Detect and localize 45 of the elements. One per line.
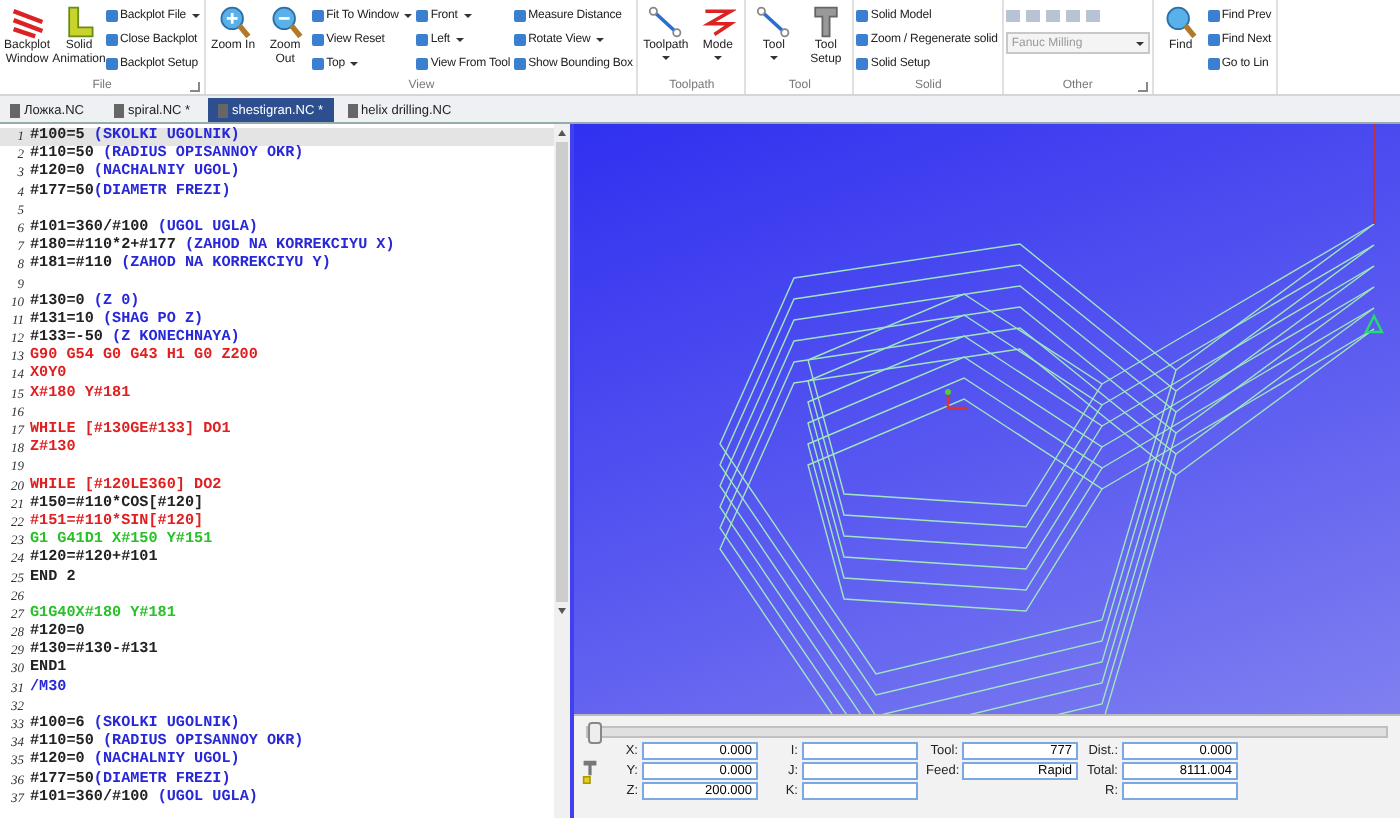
square-icon	[416, 33, 429, 45]
square-icon	[1207, 33, 1220, 45]
caret-icon	[596, 37, 605, 41]
caret-icon	[661, 56, 670, 60]
empty-readout-field	[1122, 782, 1238, 800]
backplot-viewport[interactable]	[574, 124, 1400, 714]
square-icon	[1207, 9, 1220, 21]
axis-icon	[945, 389, 968, 410]
square-icon	[514, 33, 527, 45]
playback-slider[interactable]	[586, 726, 1388, 738]
square-icon	[856, 33, 869, 45]
caret-icon	[455, 37, 464, 41]
code-editor[interactable]	[0, 124, 574, 818]
square-icon	[514, 57, 527, 69]
caret-icon	[350, 61, 359, 65]
empty-readout-field	[802, 742, 918, 760]
search-icon	[1162, 4, 1199, 40]
square-icon	[856, 57, 869, 69]
caret-icon	[1135, 41, 1144, 45]
empty-readout-field	[802, 782, 918, 800]
square-icon	[312, 9, 325, 21]
dialog-launcher-icon[interactable]	[1137, 82, 1148, 92]
square-icon	[416, 57, 429, 69]
square-icon	[106, 57, 118, 69]
square-icon	[106, 33, 118, 45]
empty-readout-field	[802, 762, 918, 780]
caret-icon	[769, 56, 778, 60]
square-icon	[312, 33, 325, 45]
scrollbar[interactable]	[554, 124, 570, 818]
dialog-launcher-icon[interactable]	[190, 82, 201, 92]
caret-icon	[192, 13, 201, 17]
zigzag-icon	[699, 4, 736, 40]
stripes-icon	[9, 4, 45, 40]
caret-icon	[404, 13, 413, 17]
scroll-up-icon[interactable]	[558, 130, 566, 136]
caret-icon	[463, 13, 472, 17]
square-icon	[416, 9, 429, 21]
tool-marker-icon	[1364, 313, 1384, 334]
square-icon	[514, 9, 527, 21]
square-icon	[1207, 57, 1220, 69]
caret-icon	[713, 56, 722, 60]
scroll-down-icon[interactable]	[558, 608, 566, 614]
square-icon	[856, 9, 869, 21]
square-icon	[106, 9, 118, 21]
square-icon	[312, 57, 325, 69]
